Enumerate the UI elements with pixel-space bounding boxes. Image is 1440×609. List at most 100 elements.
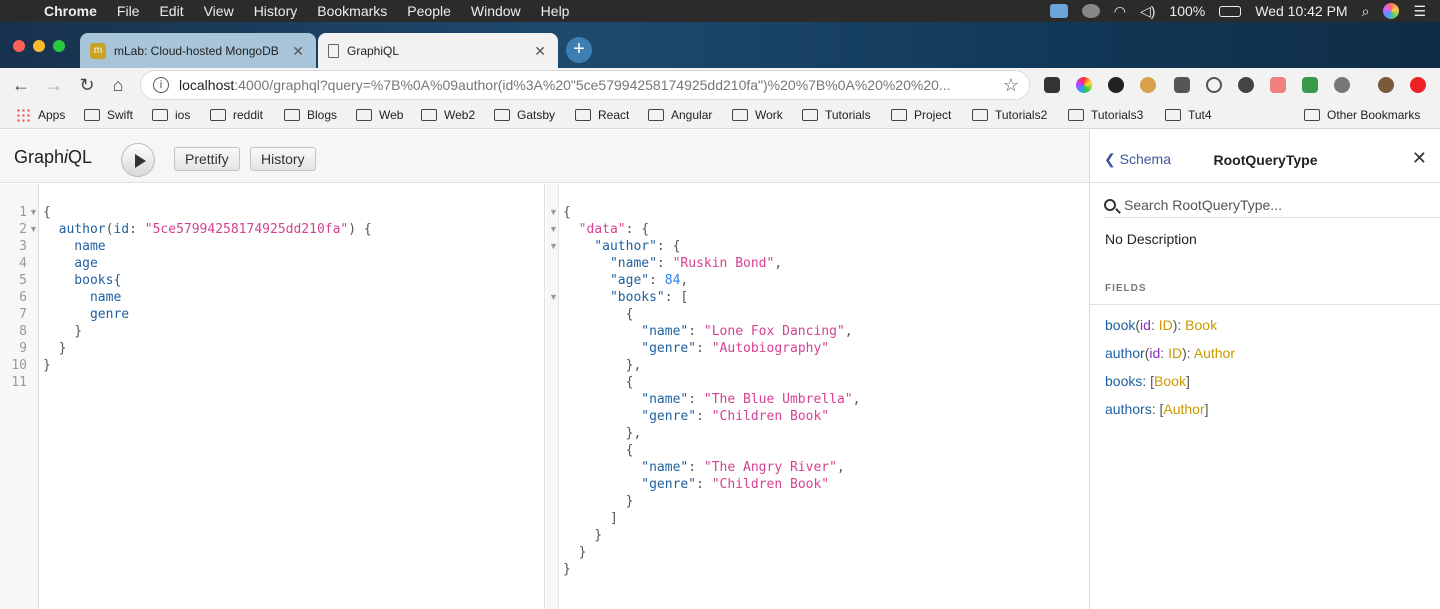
field-name-link[interactable]: authors (1105, 401, 1152, 417)
bookmark-folder[interactable]: Swift (84, 108, 133, 122)
bookmark-folder[interactable]: Web (356, 108, 403, 122)
spotlight-icon[interactable]: ⌕ (1362, 3, 1370, 20)
type-link[interactable]: Book (1185, 317, 1217, 333)
extension-video-icon[interactable] (1270, 77, 1286, 93)
bookmark-folder[interactable]: Project (891, 108, 951, 122)
bookmark-label: Tutorials (825, 108, 871, 122)
menu-app-name[interactable]: Chrome (44, 3, 97, 19)
back-arrow-icon[interactable]: ← (10, 74, 32, 96)
bookmark-star-icon[interactable]: ☆ (1003, 75, 1019, 96)
bookmark-label: Swift (107, 108, 134, 122)
fold-icon[interactable]: ▼ (29, 204, 38, 221)
menu-help[interactable]: Help (541, 3, 570, 19)
fold-icon[interactable]: ▼ (549, 204, 558, 221)
docs-search-input[interactable]: Search RootQueryType... (1104, 192, 1440, 218)
maximize-window-button[interactable] (53, 40, 65, 52)
field-name-link[interactable]: author (1105, 345, 1145, 361)
extension-node-icon[interactable] (1302, 77, 1318, 93)
field-arg: id (1140, 317, 1151, 333)
execute-query-button[interactable] (121, 143, 155, 177)
forward-arrow-icon[interactable]: → (43, 74, 65, 96)
volume-icon[interactable]: ◁) (1140, 3, 1155, 20)
fold-icon[interactable]: ▼ (549, 238, 558, 255)
profile-avatar[interactable] (1378, 77, 1394, 93)
close-tab-icon[interactable]: ✕ (534, 43, 546, 60)
notification-center-icon[interactable]: ☰ (1413, 3, 1426, 20)
bookmark-folder[interactable]: Work (732, 108, 783, 122)
close-icon[interactable]: ✕ (1412, 148, 1427, 169)
home-icon[interactable]: ⌂ (107, 74, 129, 96)
menu-people[interactable]: People (407, 3, 451, 19)
battery-percent[interactable]: 100% (1169, 3, 1205, 19)
reload-icon[interactable]: ↻ (76, 74, 98, 96)
type-link[interactable]: Author (1163, 401, 1204, 417)
close-tab-icon[interactable]: ✕ (292, 43, 304, 60)
extension-bracket-icon[interactable] (1238, 77, 1254, 93)
bookmark-folder[interactable]: Tutorials2 (972, 108, 1047, 122)
menu-window[interactable]: Window (471, 3, 521, 19)
bookmark-folder[interactable]: Gatsby (494, 108, 555, 122)
field-name-link[interactable]: books (1105, 373, 1142, 389)
extension-target-icon[interactable] (1206, 77, 1222, 93)
extension-json-icon[interactable] (1044, 77, 1060, 93)
bookmark-folder[interactable]: Web2 (421, 108, 475, 122)
bookmark-apps[interactable]: Apps (16, 108, 65, 122)
bookmark-folder[interactable]: React (575, 108, 629, 122)
wifi-icon[interactable]: ◠ (1114, 3, 1126, 20)
address-bar[interactable]: i localhost:4000/graphql?query=%7B%0A%09… (140, 70, 1030, 100)
bookmark-folder[interactable]: reddit (210, 108, 263, 122)
bookmark-label: Tutorials3 (1091, 108, 1144, 122)
folder-icon (1165, 109, 1181, 121)
type-link[interactable]: ID (1168, 345, 1182, 361)
bookmark-label: reddit (233, 108, 264, 122)
bookmark-folder[interactable]: ios (152, 108, 190, 122)
extension-cookie-icon[interactable] (1140, 77, 1156, 93)
update-icon[interactable] (1410, 77, 1426, 93)
cloud-icon[interactable] (1081, 4, 1100, 18)
menu-view[interactable]: View (204, 3, 234, 19)
siri-icon[interactable] (1383, 3, 1400, 19)
extension-timer-icon[interactable] (1334, 77, 1350, 93)
query-editor[interactable]: 1 ▼ 2 ▼ 3 4 5 6 7 8 9 10 11 { author(id: "… (0, 184, 545, 609)
bookmark-other[interactable]: Other Bookmarks (1304, 108, 1420, 122)
close-window-button[interactable] (13, 40, 25, 52)
fold-icon[interactable]: ▼ (549, 221, 558, 238)
tab-graphiql[interactable]: GraphiQL ✕ (318, 33, 558, 68)
bookmark-label: Project (914, 108, 952, 122)
type-link[interactable]: Book (1154, 373, 1186, 389)
fold-icon[interactable]: ▼ (29, 221, 38, 238)
json-line: }, (563, 426, 642, 441)
field-books: books: [Book] (1105, 373, 1190, 389)
type-link[interactable]: ID (1159, 317, 1173, 333)
json-line: ] (563, 511, 618, 526)
extension-color-icon[interactable] (1076, 77, 1092, 93)
fold-icon[interactable]: ▼ (549, 289, 558, 306)
menu-edit[interactable]: Edit (159, 3, 183, 19)
minimize-window-button[interactable] (33, 40, 45, 52)
history-button[interactable]: History (250, 147, 316, 171)
result-gutter: ▼ ▼ ▼ ▼ (546, 184, 559, 609)
bookmark-folder[interactable]: Tutorials (802, 108, 871, 122)
tab-mlab[interactable]: m mLab: Cloud-hosted MongoDB ✕ (80, 33, 316, 68)
menu-bookmarks[interactable]: Bookmarks (317, 3, 387, 19)
type-description: No Description (1105, 231, 1197, 247)
code-line: books{ (43, 273, 122, 288)
extension-eyedropper-icon[interactable] (1174, 77, 1190, 93)
tab-title: mLab: Cloud-hosted MongoDB (114, 43, 279, 58)
field-name-link[interactable]: book (1105, 317, 1135, 333)
menu-history[interactable]: History (254, 3, 298, 19)
graphiql-topbar: GraphiQL Prettify History (0, 130, 1089, 183)
bookmark-folder[interactable]: Blogs (284, 108, 337, 122)
menu-file[interactable]: File (117, 3, 140, 19)
type-link[interactable]: Author (1194, 345, 1235, 361)
json-line: "author": { (563, 239, 681, 254)
bookmark-folder[interactable]: Tut4 (1165, 108, 1212, 122)
prettify-button[interactable]: Prettify (174, 147, 240, 171)
bookmark-folder[interactable]: Angular (648, 108, 712, 122)
clock[interactable]: Wed 10:42 PM (1255, 3, 1347, 19)
new-tab-button[interactable]: + (566, 37, 592, 63)
docker-icon[interactable] (1049, 4, 1068, 18)
site-info-icon[interactable]: i (153, 77, 169, 93)
extension-react-icon[interactable] (1108, 77, 1124, 93)
bookmark-folder[interactable]: Tutorials3 (1068, 108, 1143, 122)
